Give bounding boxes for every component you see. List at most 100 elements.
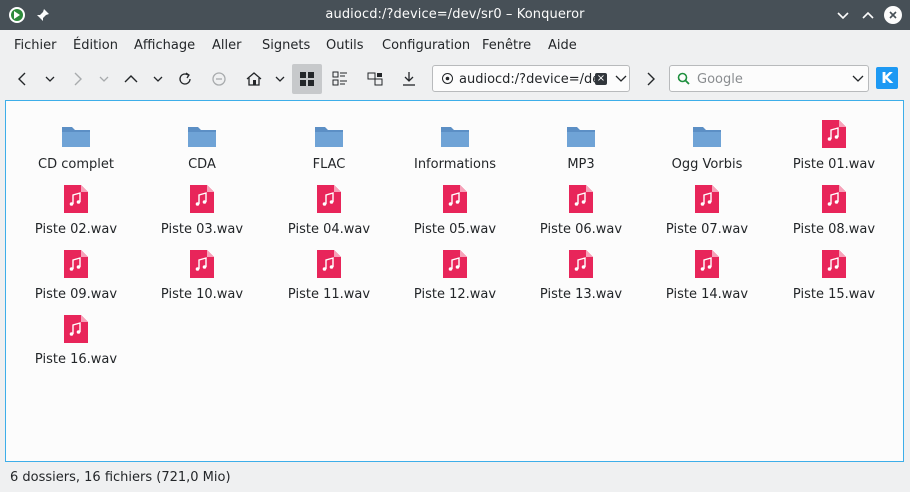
file-item[interactable]: Piste 04.wav bbox=[266, 176, 392, 237]
minimize-button[interactable] bbox=[832, 4, 854, 26]
item-label: MP3 bbox=[567, 157, 595, 172]
kde-icon[interactable]: K bbox=[876, 67, 898, 89]
folder-item[interactable]: CD complet bbox=[13, 111, 139, 172]
menu-configuration[interactable]: Configuration bbox=[382, 38, 470, 53]
stop-icon bbox=[212, 72, 226, 86]
item-label: Piste 10.wav bbox=[160, 287, 244, 302]
item-label: Piste 14.wav bbox=[665, 287, 749, 302]
menu-edition[interactable]: Édition bbox=[73, 38, 118, 53]
file-item[interactable]: Piste 16.wav bbox=[13, 306, 139, 367]
arrow-right-icon bbox=[74, 72, 82, 86]
item-label: Piste 06.wav bbox=[539, 222, 623, 237]
window-title: audiocd:/?device=/dev/sr0 – Konqueror bbox=[325, 7, 585, 22]
download-icon bbox=[403, 72, 415, 86]
file-item[interactable]: Piste 05.wav bbox=[392, 176, 518, 237]
item-label: Piste 16.wav bbox=[34, 352, 118, 367]
reload-icon bbox=[179, 72, 191, 85]
location-bar[interactable]: audiocd:/?device=/dev/sr0 × bbox=[432, 65, 630, 92]
audio-file-icon bbox=[518, 241, 644, 279]
file-item[interactable]: Piste 02.wav bbox=[13, 176, 139, 237]
folder-icon bbox=[266, 111, 392, 149]
menu-aide[interactable]: Aide bbox=[548, 38, 577, 53]
search-input[interactable]: Google bbox=[697, 72, 743, 87]
up-button[interactable] bbox=[118, 66, 144, 92]
folder-item[interactable]: CDA bbox=[139, 111, 265, 172]
forward-history-dropdown[interactable] bbox=[97, 66, 111, 92]
menu-affichage[interactable]: Affichage bbox=[134, 38, 195, 53]
item-label: Piste 04.wav bbox=[287, 222, 371, 237]
file-item[interactable]: Piste 01.wav bbox=[771, 111, 897, 172]
home-dropdown[interactable] bbox=[273, 66, 287, 92]
file-item[interactable]: Piste 03.wav bbox=[139, 176, 265, 237]
file-item[interactable]: Piste 08.wav bbox=[771, 176, 897, 237]
menu-outils[interactable]: Outils bbox=[326, 38, 364, 53]
audio-file-icon bbox=[139, 176, 265, 214]
reload-button[interactable] bbox=[172, 66, 198, 92]
folder-item[interactable]: FLAC bbox=[266, 111, 392, 172]
file-item[interactable]: Piste 15.wav bbox=[771, 241, 897, 302]
item-label: Piste 03.wav bbox=[160, 222, 244, 237]
folder-item[interactable]: Ogg Vorbis bbox=[644, 111, 770, 172]
file-item[interactable]: Piste 14.wav bbox=[644, 241, 770, 302]
file-item[interactable]: Piste 11.wav bbox=[266, 241, 392, 302]
audio-file-icon bbox=[518, 176, 644, 214]
up-dropdown[interactable] bbox=[151, 66, 165, 92]
location-icon bbox=[441, 72, 454, 89]
folder-item[interactable]: MP3 bbox=[518, 111, 644, 172]
file-item[interactable]: Piste 06.wav bbox=[518, 176, 644, 237]
audio-file-icon bbox=[771, 176, 897, 214]
chevron-down-icon bbox=[275, 76, 285, 82]
item-label: Piste 09.wav bbox=[34, 287, 118, 302]
file-item[interactable]: Piste 12.wav bbox=[392, 241, 518, 302]
file-item[interactable]: Piste 07.wav bbox=[644, 176, 770, 237]
google-search-icon[interactable] bbox=[677, 72, 691, 90]
clear-location-icon[interactable]: × bbox=[595, 73, 607, 85]
menu-signets[interactable]: Signets bbox=[262, 38, 310, 53]
file-item[interactable]: Piste 13.wav bbox=[518, 241, 644, 302]
location-input[interactable]: audiocd:/?device=/dev/sr0 bbox=[459, 72, 601, 87]
file-item[interactable]: Piste 09.wav bbox=[13, 241, 139, 302]
item-label: Piste 07.wav bbox=[665, 222, 749, 237]
audio-file-icon bbox=[644, 241, 770, 279]
home-button[interactable] bbox=[241, 66, 267, 92]
close-button[interactable] bbox=[882, 4, 904, 26]
file-item[interactable]: Piste 10.wav bbox=[139, 241, 265, 302]
folder-icon bbox=[392, 111, 518, 149]
status-bar: 6 dossiers, 16 fichiers (721,0 Mio) bbox=[0, 462, 910, 492]
back-history-dropdown[interactable] bbox=[43, 66, 57, 92]
maximize-button[interactable] bbox=[857, 4, 879, 26]
web-search-bar[interactable]: Google bbox=[669, 65, 869, 92]
folder-item[interactable]: Informations bbox=[392, 111, 518, 172]
location-history-dropdown[interactable] bbox=[615, 71, 627, 89]
download-button[interactable] bbox=[396, 66, 422, 92]
audio-file-icon bbox=[771, 241, 897, 279]
audio-file-icon bbox=[266, 241, 392, 279]
audio-file-icon bbox=[13, 241, 139, 279]
item-label: CD complet bbox=[38, 157, 114, 172]
search-engine-dropdown[interactable] bbox=[852, 71, 864, 89]
chevron-down-icon bbox=[615, 75, 627, 82]
stop-button[interactable] bbox=[206, 66, 232, 92]
forward-button[interactable] bbox=[64, 66, 90, 92]
chevron-down-icon bbox=[153, 76, 163, 82]
audio-file-icon bbox=[13, 306, 139, 344]
go-arrow-icon bbox=[647, 72, 655, 86]
item-label: Ogg Vorbis bbox=[671, 157, 743, 172]
folder-icon bbox=[13, 111, 139, 149]
item-label: Piste 08.wav bbox=[792, 222, 876, 237]
arrow-left-icon bbox=[18, 72, 26, 86]
audio-file-icon bbox=[392, 176, 518, 214]
menu-bar: Fichier Édition Affichage Aller Signets … bbox=[0, 30, 910, 60]
go-button[interactable] bbox=[638, 66, 664, 92]
menu-fenetre[interactable]: Fenêtre bbox=[482, 38, 531, 53]
menu-aller[interactable]: Aller bbox=[212, 38, 241, 53]
file-view[interactable]: CD complet CDA FLAC Informations MP3 Ogg Vorb… bbox=[5, 100, 904, 462]
item-label: CDA bbox=[188, 157, 216, 172]
folder-icon bbox=[139, 111, 265, 149]
details-view-button[interactable] bbox=[327, 66, 353, 92]
audio-file-icon bbox=[644, 176, 770, 214]
menu-fichier[interactable]: Fichier bbox=[14, 38, 57, 53]
split-view-button[interactable] bbox=[362, 66, 388, 92]
back-button[interactable] bbox=[10, 66, 36, 92]
icons-view-button[interactable] bbox=[292, 64, 322, 94]
